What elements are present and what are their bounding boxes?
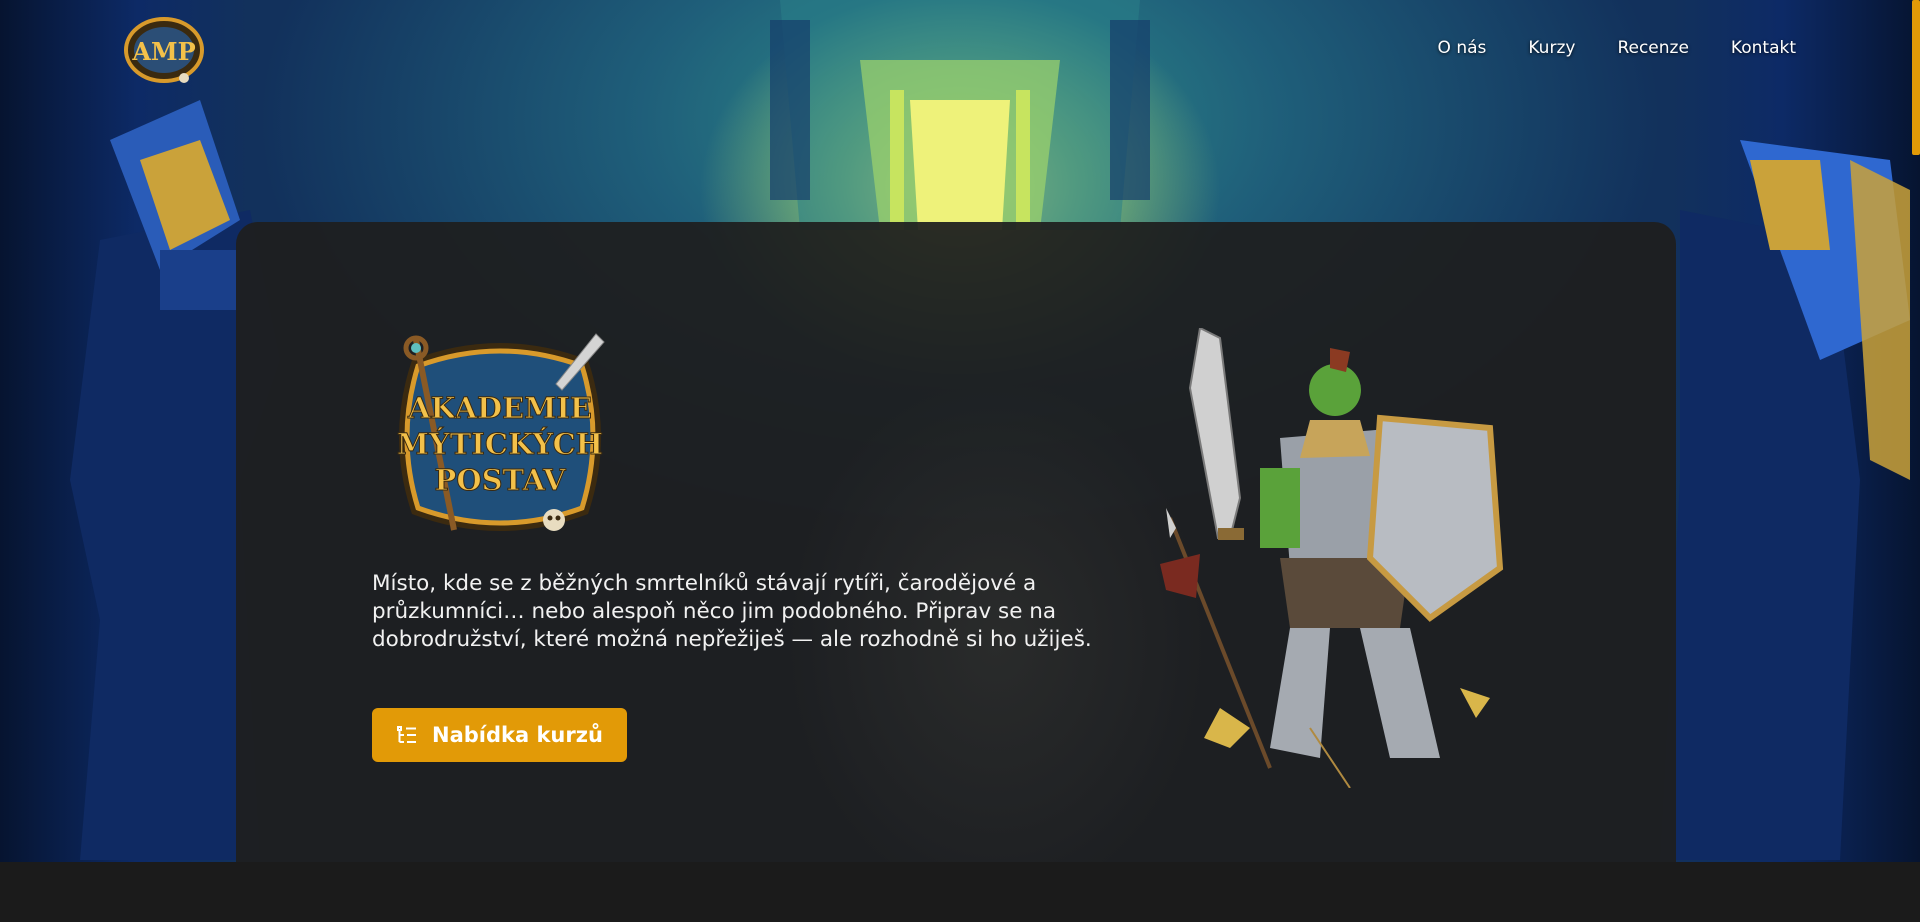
orc-warrior-illustration xyxy=(1160,328,1504,788)
nav-link-contact[interactable]: Kontakt xyxy=(1731,38,1796,58)
logo-text: AMP xyxy=(131,37,195,66)
emblem-line-2: MÝTICKÝCH xyxy=(397,426,603,461)
cta-label: Nabídka kurzů xyxy=(432,723,603,747)
page-scrollbar[interactable] xyxy=(1912,0,1920,922)
academy-emblem: AKADEMIE MÝTICKÝCH POSTAV xyxy=(396,333,605,531)
skull-icon xyxy=(543,509,565,531)
amp-logo[interactable]: AMP xyxy=(122,12,206,84)
page-bottom-band xyxy=(0,862,1920,922)
hero-tagline: Místo, kde se z běžných smrtelníků stáva… xyxy=(372,571,1092,652)
emblem-line-3: POSTAV xyxy=(435,463,566,497)
top-navigation-bar: AMP O nás Kurzy Recenze Kontakt xyxy=(0,0,1920,100)
emblem-line-1: AKADEMIE xyxy=(407,391,592,425)
nav-link-reviews[interactable]: Recenze xyxy=(1617,38,1688,58)
courses-offer-button[interactable]: Nabídka kurzů xyxy=(372,708,627,762)
main-nav: O nás Kurzy Recenze Kontakt xyxy=(1438,38,1796,58)
nav-link-about[interactable]: O nás xyxy=(1438,38,1487,58)
scrollbar-thumb[interactable] xyxy=(1912,0,1920,155)
nav-link-courses[interactable]: Kurzy xyxy=(1528,38,1575,58)
list-icon xyxy=(397,726,416,743)
